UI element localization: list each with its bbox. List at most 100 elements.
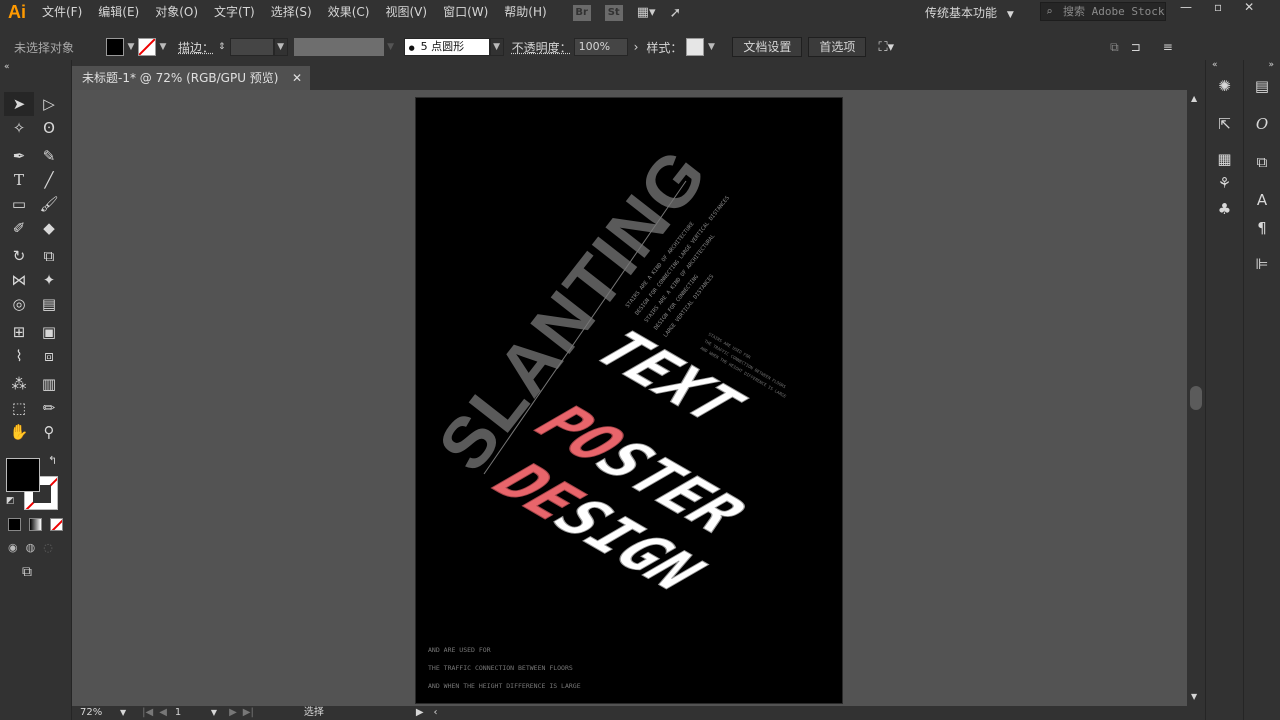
scroll-left-icon[interactable]: ‹ [434, 706, 438, 720]
artboard[interactable]: SLANTING STAIRS ARE A KIND OF ARCHITECTU… [415, 97, 843, 704]
menu-item[interactable]: 帮助(H) [496, 0, 554, 25]
screen-mode-icon[interactable]: ⧉ [22, 564, 68, 580]
close-icon[interactable]: ✕ [1244, 0, 1254, 14]
arrange-icon[interactable]: ⛶▾ [878, 40, 894, 55]
draw-normal-icon[interactable]: ◉ [8, 541, 18, 554]
prev-artboard-icon[interactable]: ◀ [159, 706, 167, 720]
chevron-down-icon[interactable]: ▼ [384, 42, 398, 52]
scroll-up-icon[interactable]: ▲ [1191, 94, 1197, 103]
vertical-scrollbar[interactable]: ▲ ▼ [1187, 90, 1205, 706]
libraries-icon[interactable]: ▦ [1206, 148, 1243, 170]
color-wheel-icon[interactable]: ✺ [1206, 72, 1243, 100]
bridge-icon[interactable]: Br [572, 4, 591, 21]
stock-search-input[interactable]: ⌕ 搜索 Adobe Stock [1040, 2, 1166, 21]
perspective-grid-tool-icon[interactable]: ▤ [34, 292, 64, 316]
pen-tool-icon[interactable]: ✒ [4, 144, 34, 168]
swap-icon[interactable]: ↰ [48, 454, 57, 467]
stock-icon[interactable]: St [604, 4, 623, 21]
chevron-down-icon[interactable]: ▼ [156, 42, 170, 52]
menu-item[interactable]: 对象(O) [147, 0, 206, 25]
panel-menu-icon[interactable]: ≡ [1163, 40, 1173, 54]
blend-tool-icon[interactable]: ⧈ [34, 344, 64, 368]
chevron-down-icon[interactable]: ▼ [120, 706, 126, 720]
align-icon[interactable]: ⧉ [1110, 40, 1119, 55]
minimize-icon[interactable]: — [1180, 0, 1192, 14]
width-tool-icon[interactable]: ⋈ [4, 268, 34, 292]
next-artboard-icon[interactable]: ▶ [229, 706, 237, 720]
document-tab[interactable]: 未标题-1* @ 72% (RGB/GPU 预览) ✕ [72, 66, 310, 90]
last-artboard-icon[interactable]: ▶| [243, 706, 254, 720]
lasso-tool-icon[interactable]: ʘ [34, 116, 64, 140]
default-colors-icon[interactable]: ◩ [6, 496, 15, 506]
menu-item[interactable]: 窗口(W) [435, 0, 496, 25]
artboard-tool-icon[interactable]: ⬚ [4, 396, 34, 420]
paragraph-icon[interactable]: ¶ [1244, 214, 1280, 242]
status-menu-icon[interactable]: ▶ [416, 706, 424, 720]
eraser-tool-icon[interactable]: ◆ [34, 216, 64, 240]
opacity-field[interactable]: 100% [573, 38, 628, 56]
chevron-right-icon[interactable]: › [634, 40, 639, 54]
arrange-documents-icon[interactable]: ▦▾ [637, 5, 656, 20]
expand-icon[interactable]: » [1244, 60, 1280, 70]
mesh-tool-icon[interactable]: ⊞ [4, 320, 34, 344]
menu-item[interactable]: 视图(V) [377, 0, 435, 25]
fill-color-swatch[interactable] [6, 458, 40, 492]
zoom-field[interactable]: 72% [80, 706, 120, 720]
puppet-warp-tool-icon[interactable]: ✦ [34, 268, 64, 292]
symbol-sprayer-tool-icon[interactable]: ⁂ [4, 372, 34, 396]
stroke-weight-field[interactable] [229, 38, 274, 56]
shape-builder-tool-icon[interactable]: ◎ [4, 292, 34, 316]
graphic-style-swatch[interactable] [686, 38, 705, 56]
collapse-icon[interactable]: « [4, 62, 10, 72]
transform-icon[interactable]: ⊐ [1131, 40, 1141, 54]
paintbrush-tool-icon[interactable]: 🖌 [34, 192, 64, 216]
scroll-thumb[interactable] [1190, 386, 1202, 410]
menu-item[interactable]: 选择(S) [263, 0, 320, 25]
chevron-down-icon[interactable]: ▼ [489, 38, 504, 56]
artboard-number-field[interactable]: 1 [175, 706, 211, 720]
menu-item[interactable]: 文字(T) [206, 0, 263, 25]
selection-tool-icon[interactable]: ➤ [4, 92, 34, 116]
brush-definition[interactable]: ● 5 点圆形 [403, 38, 490, 56]
character-icon[interactable]: A [1244, 186, 1280, 214]
status-mode[interactable]: 选择 [304, 706, 416, 720]
expand-icon[interactable]: « [1206, 60, 1243, 70]
draw-inside-icon[interactable]: ◌ [43, 541, 53, 554]
gradient-tool-icon[interactable]: ▣ [34, 320, 64, 344]
chevron-down-icon[interactable]: ▼ [124, 42, 138, 52]
slice-tool-icon[interactable]: ✏ [34, 396, 64, 420]
type-tool-icon[interactable]: T [4, 168, 34, 192]
properties-icon[interactable]: ▤ [1244, 72, 1280, 100]
chevron-down-icon[interactable]: ▼ [211, 706, 217, 720]
shaper-tool-icon[interactable]: ✐ [4, 216, 34, 240]
column-graph-tool-icon[interactable]: ▥ [34, 372, 64, 396]
preferences-button[interactable]: 首选项 [808, 37, 867, 57]
menu-item[interactable]: 文件(F) [34, 0, 90, 25]
layers-icon[interactable]: ⧉ [1244, 148, 1280, 176]
maximize-icon[interactable]: ▫ [1214, 0, 1222, 14]
curvature-tool-icon[interactable]: ✎ [34, 144, 64, 168]
stroke-stepper[interactable]: ⇕ [218, 42, 226, 52]
opacity-label[interactable]: 不透明度： [512, 39, 572, 56]
brushes-icon[interactable]: ⚘ [1206, 170, 1243, 196]
document-setup-button[interactable]: 文档设置 [732, 37, 803, 57]
draw-behind-icon[interactable]: ◍ [26, 541, 36, 554]
variable-width-profile[interactable] [293, 38, 384, 56]
zoom-tool-icon[interactable]: ⚲ [34, 420, 64, 444]
eyedropper-tool-icon[interactable]: ⌇ [4, 344, 34, 368]
align-panel-icon[interactable]: ⊫ [1244, 250, 1280, 278]
fill-swatch[interactable] [106, 38, 124, 56]
rotate-tool-icon[interactable]: ↻ [4, 244, 34, 268]
workspace-switcher[interactable]: 传统基本功能 ▼ [925, 4, 1014, 21]
gradient-mode-icon[interactable] [29, 518, 42, 531]
chevron-down-icon[interactable]: ▼ [273, 38, 288, 56]
opentype-icon[interactable]: O [1244, 110, 1280, 138]
rectangle-tool-icon[interactable]: ▭ [4, 192, 34, 216]
menu-item[interactable]: 效果(C) [320, 0, 378, 25]
color-mode-icon[interactable] [8, 518, 21, 531]
first-artboard-icon[interactable]: |◀ [142, 706, 153, 720]
scale-tool-icon[interactable]: ⧉ [34, 244, 64, 268]
export-icon[interactable]: ⇱ [1206, 110, 1243, 138]
scroll-down-icon[interactable]: ▼ [1191, 692, 1197, 701]
symbols-icon[interactable]: ♣ [1206, 196, 1243, 222]
